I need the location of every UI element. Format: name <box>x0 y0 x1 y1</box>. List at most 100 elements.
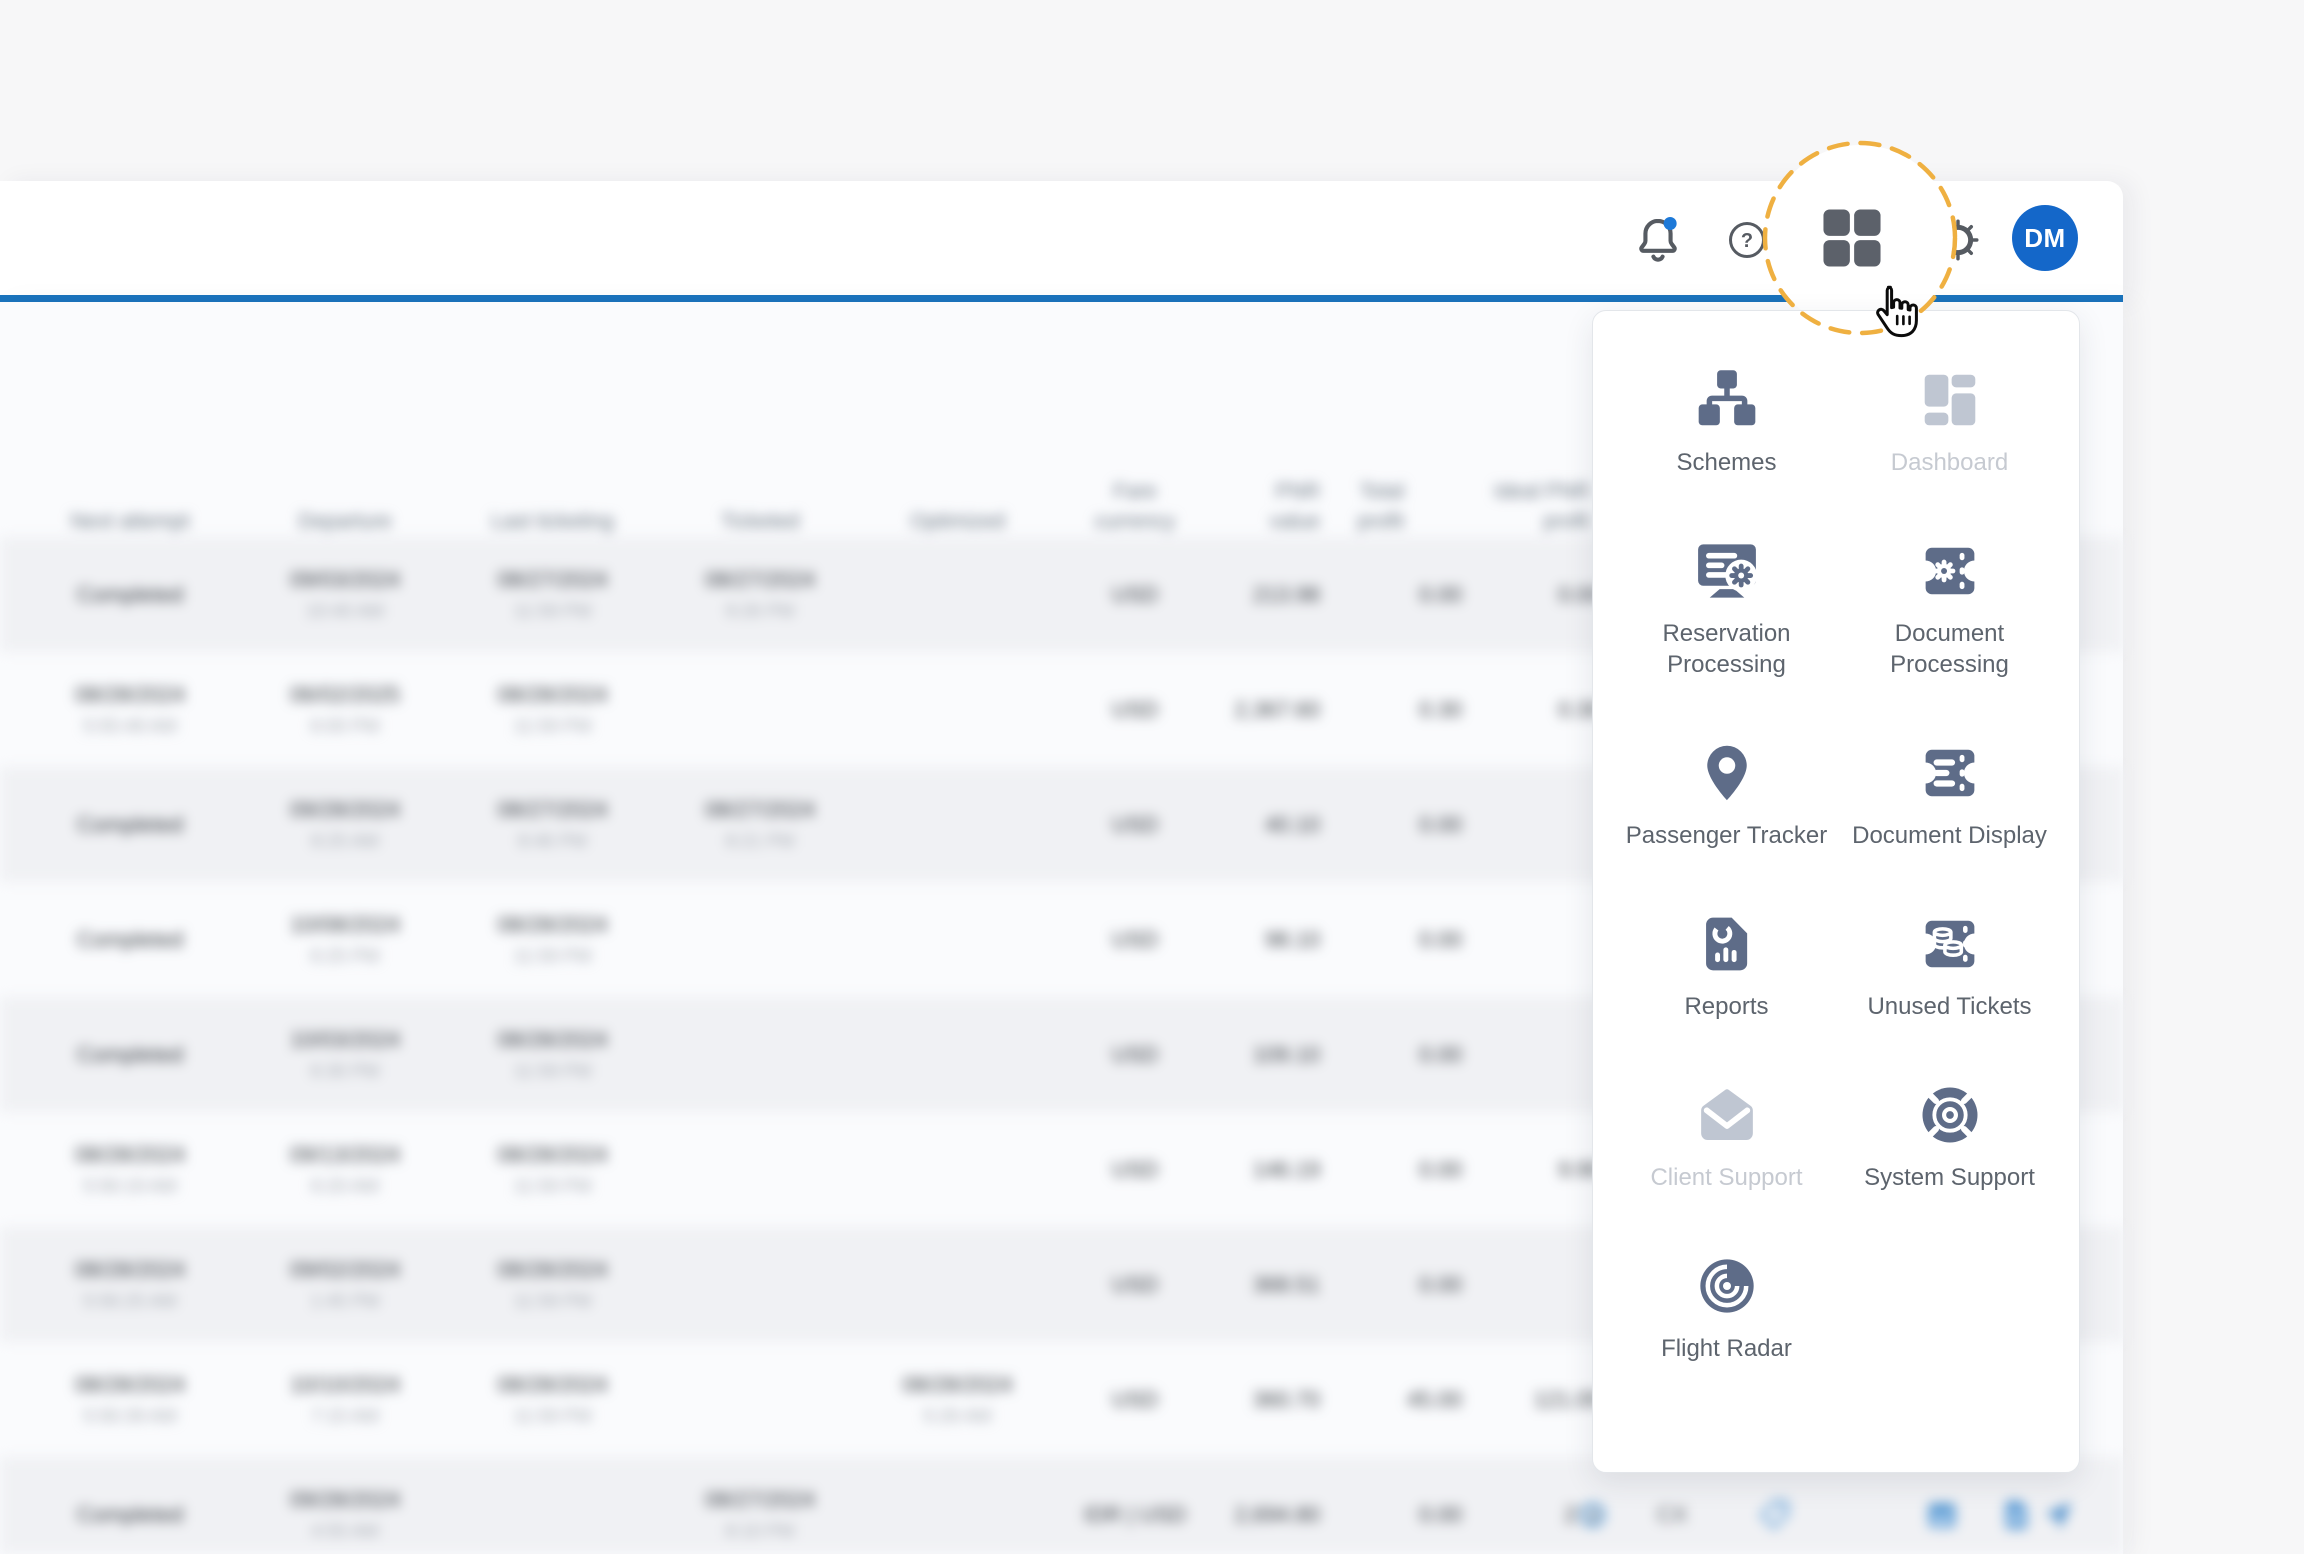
notifications-bell-button[interactable] <box>1631 213 1685 267</box>
cell-pnr-value: 40.10 <box>1180 767 1320 882</box>
cell-ticketed: 08/27/20249:26 PM <box>660 537 860 652</box>
cell-pnr-value: 213.98 <box>1180 537 1320 652</box>
monitor-gear-icon <box>1693 536 1761 606</box>
col-header-total-profit[interactable]: Total profit <box>1314 433 1404 549</box>
menu-item-label: Passenger Tracker <box>1626 820 1827 851</box>
highlight-dashed-ring <box>1753 131 1967 345</box>
radar-icon <box>1695 1251 1759 1321</box>
cell-next-attempt: Completed <box>40 537 220 652</box>
col-header-fare-currency[interactable]: Fare currency <box>1080 433 1190 549</box>
app-window: Next attempt Departure Last ticketing Ti… <box>0 0 2304 1554</box>
menu-item-label: Document Processing <box>1844 618 2056 680</box>
col-header-ideal-pnr-profit[interactable]: Ideal PNR profit <box>1459 433 1590 549</box>
menu-item-label: Reports <box>1684 991 1768 1022</box>
cell-last-ticketing: 08/28/202411:59 PM <box>455 1112 650 1227</box>
cell-ticketed: 08/27/20248:21 PM <box>660 767 860 882</box>
menu-item-label: Reservation Processing <box>1621 618 1833 680</box>
cell-total-profit: 0.00 <box>1330 1227 1476 1342</box>
cell-last-ticketing: 08/28/202411:59 PM <box>455 652 650 767</box>
menu-item-label: Schemes <box>1676 447 1776 478</box>
cell-total-profit: 0.30 <box>1330 652 1476 767</box>
ticket-coins-icon <box>1916 909 1984 979</box>
cell-optimized <box>855 767 1060 882</box>
lifebuoy-icon <box>1917 1080 1983 1150</box>
cell-ideal-pnr-profit: 0.00 <box>1470 537 1601 652</box>
cell-ticketed <box>660 882 860 997</box>
cell-ideal-pnr-profit <box>1470 882 1601 997</box>
menu-item-dashboard[interactable]: Dashboard <box>1844 365 2056 478</box>
col-header-last-ticketing[interactable]: Last ticketing <box>455 433 650 549</box>
cell-ideal-pnr-profit: 0.30 <box>1470 652 1601 767</box>
cell-optimized <box>855 1227 1060 1342</box>
cell-next-attempt: 08/28/20245:56:25 AM <box>40 1227 220 1342</box>
cell-next-attempt: 08/28/20245:55:48 AM <box>40 652 220 767</box>
cell-ideal-pnr-profit <box>1470 767 1601 882</box>
cell-ticketed <box>660 1112 860 1227</box>
user-avatar[interactable]: DM <box>2012 205 2078 271</box>
sitemap-icon <box>1694 365 1760 435</box>
menu-item-document-display[interactable]: Document Display <box>1844 738 2056 851</box>
cell-next-attempt: Completed <box>40 767 220 882</box>
notification-dot <box>1664 217 1677 230</box>
col-header-optimized[interactable]: Optimized <box>855 433 1060 549</box>
cell-pnr-value: 109.10 <box>1180 997 1320 1112</box>
cell-ticketed <box>660 652 860 767</box>
menu-item-label: System Support <box>1864 1162 2035 1193</box>
cell-total-profit: 0.00 <box>1330 1112 1476 1227</box>
cell-total-profit: 45.00 <box>1330 1342 1476 1457</box>
menu-item-label: Client Support <box>1650 1162 1802 1193</box>
cell-optimized <box>855 997 1060 1112</box>
menu-item-flight-radar[interactable]: Flight Radar <box>1621 1251 1833 1364</box>
menu-item-passenger-tracker[interactable]: Passenger Tracker <box>1621 738 1833 851</box>
menu-item-schemes[interactable]: Schemes <box>1621 365 1833 478</box>
cell-ideal-pnr-profit <box>1470 997 1601 1112</box>
menu-item-reservation-processing[interactable]: Reservation Processing <box>1621 536 1833 680</box>
cell-departure: 09/02/20241:45 PM <box>250 1227 440 1342</box>
map-pin-icon <box>1695 738 1759 808</box>
cell-last-ticketing: 08/28/202411:59 PM <box>455 1342 650 1457</box>
cell-optimized <box>855 1112 1060 1227</box>
cell-pnr-value: 98.10 <box>1180 882 1320 997</box>
cell-ideal-pnr-profit <box>1470 1227 1601 1342</box>
cell-departure: 06/02/20256:00 PM <box>250 652 440 767</box>
cell-ticketed <box>660 1342 860 1457</box>
menu-item-reports[interactable]: Reports <box>1621 909 1833 1022</box>
cell-pnr-value: 368.51 <box>1180 1227 1320 1342</box>
menu-item-document-processing[interactable]: Document Processing <box>1844 536 2056 680</box>
cell-last-ticketing: 08/27/202411:59 PM <box>455 537 650 652</box>
menu-item-unused-tickets[interactable]: Unused Tickets <box>1844 909 2056 1022</box>
menu-item-label: Document Display <box>1852 820 2047 851</box>
cell-total-profit: 0.00 <box>1330 537 1476 652</box>
cell-total-profit: 0.00 <box>1330 997 1476 1112</box>
cell-departure: 10/10/20247:15 AM <box>250 1342 440 1457</box>
cell-optimized <box>855 537 1060 652</box>
cell-total-profit: 0.00 <box>1330 882 1476 997</box>
cell-departure: 09/03/202410:40 AM <box>250 537 440 652</box>
menu-item-system-support[interactable]: System Support <box>1844 1080 2056 1193</box>
col-header-pnr-value[interactable]: PNR value <box>1230 433 1320 549</box>
col-header-ticketed[interactable]: Ticketed <box>660 433 860 549</box>
cell-optimized: 08/28/20245:26 AM <box>855 1342 1060 1457</box>
cell-next-attempt: Completed <box>40 882 220 997</box>
cell-departure: 09/13/20246:20 AM <box>250 1112 440 1227</box>
cell-optimized <box>855 652 1060 767</box>
svg-text:?: ? <box>1741 230 1753 252</box>
cell-departure: 10/08/20246:25 PM <box>250 882 440 997</box>
cell-last-ticketing: 08/27/20248:46 PM <box>455 767 650 882</box>
col-header-departure[interactable]: Departure <box>250 433 440 549</box>
cell-pnr-value: 146.19 <box>1180 1112 1320 1227</box>
cell-pnr-value: 360.70 <box>1180 1342 1320 1457</box>
cell-last-ticketing: 08/28/202411:59 PM <box>455 1227 650 1342</box>
cell-departure: 10/03/20246:30 PM <box>250 997 440 1112</box>
cell-pnr-value: 2,367.60 <box>1180 652 1320 767</box>
cell-last-ticketing: 08/28/202411:59 PM <box>455 882 650 997</box>
col-header-next-attempt[interactable]: Next attempt <box>40 433 220 549</box>
cell-last-ticketing: 08/28/202411:59 PM <box>455 997 650 1112</box>
menu-item-label: Dashboard <box>1891 447 2008 478</box>
ticket-lines-icon <box>1916 738 1984 808</box>
cell-next-attempt: 08/28/20245:56:39 AM <box>40 1342 220 1457</box>
cell-ticketed <box>660 997 860 1112</box>
report-chart-icon <box>1696 909 1758 979</box>
menu-item-client-support[interactable]: Client Support <box>1621 1080 1833 1193</box>
cell-next-attempt: 08/28/20245:56:19 AM <box>40 1112 220 1227</box>
